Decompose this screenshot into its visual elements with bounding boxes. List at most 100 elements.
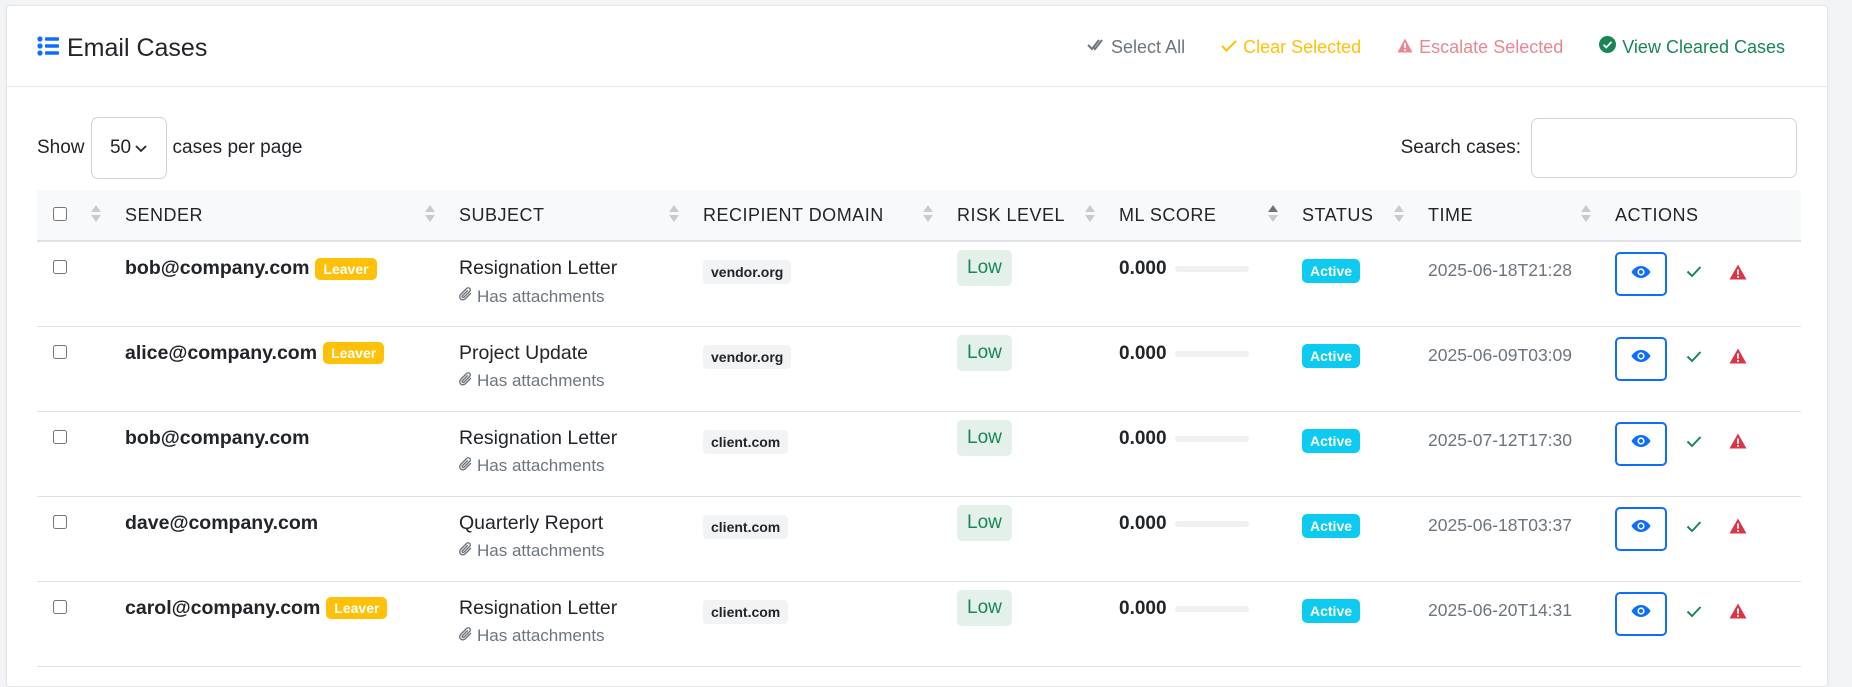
warning-triangle-icon — [1397, 37, 1413, 58]
clear-selected-label: Clear Selected — [1243, 36, 1362, 57]
row-actions — [1615, 591, 1801, 636]
cell-subject: Project Update Has attachments — [447, 326, 691, 412]
header-status-label: STATUS — [1302, 204, 1374, 225]
cell-status: Active — [1290, 581, 1416, 667]
row-checkbox[interactable] — [53, 599, 67, 614]
escalate-case-button[interactable] — [1721, 512, 1755, 546]
view-case-button[interactable] — [1615, 336, 1667, 381]
ml-score-bar — [1174, 266, 1249, 272]
cell-select — [37, 241, 113, 327]
ml-score-wrap: 0.000 — [1119, 343, 1290, 365]
ml-score-value: 0.000 — [1119, 258, 1167, 279]
select-all-checkbox[interactable] — [53, 206, 67, 221]
escalate-case-button[interactable] — [1721, 597, 1755, 631]
clear-case-button[interactable] — [1677, 342, 1711, 376]
table-row[interactable]: bob@company.com Leaver Resignation Lette… — [37, 241, 1801, 327]
check-circle-icon — [1599, 36, 1617, 58]
sender-wrap: dave@company.com — [125, 512, 447, 535]
table-toolbar: Show 50 cases per page Search cases: — [37, 116, 1797, 180]
attachments-label: Has attachments — [477, 541, 605, 560]
ml-score-wrap: 0.000 — [1119, 258, 1290, 280]
clear-case-button[interactable] — [1677, 257, 1711, 291]
header-time-label: TIME — [1428, 204, 1473, 225]
sort-arrows-icon — [1581, 205, 1591, 222]
subject-text: Resignation Letter — [459, 257, 618, 279]
show-label: Show — [37, 137, 85, 158]
row-checkbox[interactable] — [53, 429, 67, 444]
cell-status: Active — [1290, 411, 1416, 497]
search-input[interactable] — [1531, 118, 1797, 178]
cell-sender: alice@company.com Leaver — [113, 326, 447, 412]
row-checkbox[interactable] — [53, 344, 67, 359]
status-badge: Active — [1302, 259, 1361, 283]
card-header: Email Cases Select All Clear Selected Es… — [7, 6, 1827, 87]
escalate-case-button[interactable] — [1721, 257, 1755, 291]
page-title: Email Cases — [67, 34, 208, 62]
table-row[interactable]: alice@company.com Leaver Project Update … — [37, 326, 1801, 412]
leaver-badge: Leaver — [326, 597, 388, 619]
clear-selected-button[interactable]: Clear Selected — [1221, 36, 1361, 58]
view-cleared-cases-button[interactable]: View Cleared Cases — [1599, 36, 1785, 58]
row-actions — [1615, 336, 1801, 381]
escalate-case-button[interactable] — [1721, 427, 1755, 461]
view-case-button[interactable] — [1615, 591, 1667, 636]
sender-wrap: bob@company.com — [125, 427, 447, 450]
header-recipient-domain[interactable]: RECIPIENT DOMAIN — [691, 190, 945, 242]
cell-risk: Low — [945, 326, 1107, 412]
title-group: Email Cases — [37, 34, 207, 63]
row-checkbox[interactable] — [53, 514, 67, 529]
attachments-label: Has attachments — [477, 626, 605, 645]
header-sender[interactable]: SENDER — [113, 190, 447, 242]
risk-badge: Low — [957, 589, 1012, 626]
row-actions — [1615, 252, 1801, 296]
view-case-button[interactable] — [1615, 252, 1667, 296]
ml-score-value: 0.000 — [1119, 512, 1167, 534]
sort-arrows-icon — [669, 205, 679, 222]
view-case-button[interactable] — [1615, 506, 1667, 551]
table-row[interactable]: carol@company.com Leaver Resignation Let… — [37, 581, 1801, 667]
escalate-selected-button[interactable]: Escalate Selected — [1397, 36, 1563, 58]
select-all-label: Select All — [1111, 36, 1186, 57]
leaver-badge: Leaver — [323, 342, 385, 364]
cell-actions — [1603, 411, 1801, 497]
header-subject[interactable]: SUBJECT — [447, 190, 691, 242]
cell-time: 2025-06-18T03:37 — [1416, 496, 1603, 582]
cell-status: Active — [1290, 241, 1416, 327]
clear-case-button[interactable] — [1677, 427, 1711, 461]
row-checkbox[interactable] — [53, 260, 67, 274]
clear-case-button[interactable] — [1677, 512, 1711, 546]
header-ml-score[interactable]: ML SCORE — [1107, 190, 1290, 242]
header-risk-level[interactable]: RISK LEVEL — [945, 190, 1107, 242]
status-badge: Active — [1302, 598, 1361, 623]
attachments-label: Has attachments — [477, 371, 605, 390]
table-row[interactable]: dave@company.com Quarterly Report Has at… — [37, 496, 1801, 582]
cell-ml-score: 0.000 — [1107, 496, 1290, 582]
cell-actions — [1603, 496, 1801, 582]
time-text: 2025-06-20T14:31 — [1428, 599, 1572, 620]
cell-sender: bob@company.com Leaver — [113, 241, 447, 327]
warning-triangle-icon — [1729, 518, 1747, 539]
view-case-button[interactable] — [1615, 421, 1667, 466]
per-page-select[interactable]: 50 — [90, 117, 167, 179]
sender-wrap: alice@company.com Leaver — [125, 342, 447, 365]
paperclip-icon — [459, 371, 473, 392]
cell-subject: Quarterly Report Has attachments — [447, 496, 691, 582]
header-status[interactable]: STATUS — [1290, 190, 1416, 242]
header-select — [37, 190, 113, 242]
escalate-case-button[interactable] — [1721, 342, 1755, 376]
paperclip-icon — [459, 286, 473, 307]
clear-case-button[interactable] — [1677, 597, 1711, 631]
check-icon — [1221, 37, 1237, 58]
paperclip-icon — [459, 541, 473, 562]
status-badge: Active — [1302, 513, 1361, 538]
sort-arrows-icon[interactable] — [91, 205, 101, 222]
eye-icon — [1631, 519, 1651, 538]
table-row[interactable]: bob@company.com Resignation Letter Has a… — [37, 411, 1801, 497]
search-control: Search cases: — [1401, 116, 1797, 180]
header-time[interactable]: TIME — [1416, 190, 1603, 242]
cell-status: Active — [1290, 326, 1416, 412]
list-icon — [37, 36, 59, 61]
cell-sender: carol@company.com Leaver — [113, 581, 447, 667]
ml-score-wrap: 0.000 — [1119, 598, 1290, 620]
select-all-button[interactable]: Select All — [1087, 36, 1185, 58]
